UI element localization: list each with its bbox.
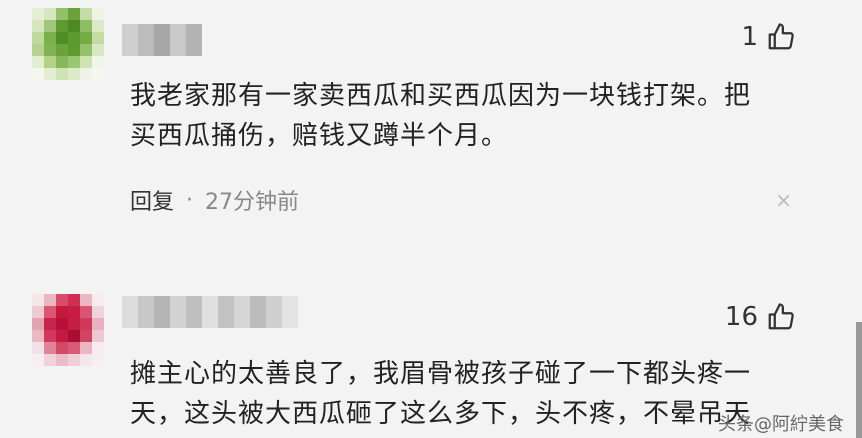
close-icon[interactable]: × <box>775 188 792 212</box>
username-redacted[interactable] <box>122 24 202 56</box>
reply-button[interactable]: 回复 <box>130 184 174 216</box>
comment-line: 买西瓜捅伤，赔钱又蹲半个月。 <box>130 121 509 151</box>
comment-meta: 回复 · 27分钟前 <box>130 184 299 216</box>
thumbs-up-icon[interactable] <box>766 22 796 52</box>
edge-bar <box>856 322 862 438</box>
like-group[interactable]: 1 <box>741 22 796 52</box>
avatar[interactable] <box>32 294 104 366</box>
thumbs-up-icon[interactable] <box>766 302 796 332</box>
comment-line: 天，这头被大西瓜砸了这么多下，头不疼，不晕吊天 <box>130 399 752 429</box>
timestamp: 27分钟前 <box>205 190 300 215</box>
username-redacted[interactable] <box>122 296 298 328</box>
watermark: 头条@阿紵美食 <box>718 414 844 435</box>
avatar[interactable] <box>32 8 104 80</box>
like-count: 1 <box>741 22 758 52</box>
comment-line: 摊主心的太善良了，我眉骨被孩子碰了一下都头疼一 <box>130 359 752 389</box>
comment-line: 我老家那有一家卖西瓜和买西瓜因为一块钱打架。把 <box>130 81 752 111</box>
like-group[interactable]: 16 <box>725 302 796 332</box>
comment-text: 摊主心的太善良了，我眉骨被孩子碰了一下都头疼一 天，这头被大西瓜砸了这么多下，头… <box>130 354 810 434</box>
comment-item: 1 我老家那有一家卖西瓜和买西瓜因为一块钱打架。把 买西瓜捅伤，赔钱又蹲半个月。… <box>0 0 862 250</box>
separator: · <box>186 187 194 213</box>
comment-text: 我老家那有一家卖西瓜和买西瓜因为一块钱打架。把 买西瓜捅伤，赔钱又蹲半个月。 <box>130 76 810 156</box>
like-count: 16 <box>724 302 758 332</box>
